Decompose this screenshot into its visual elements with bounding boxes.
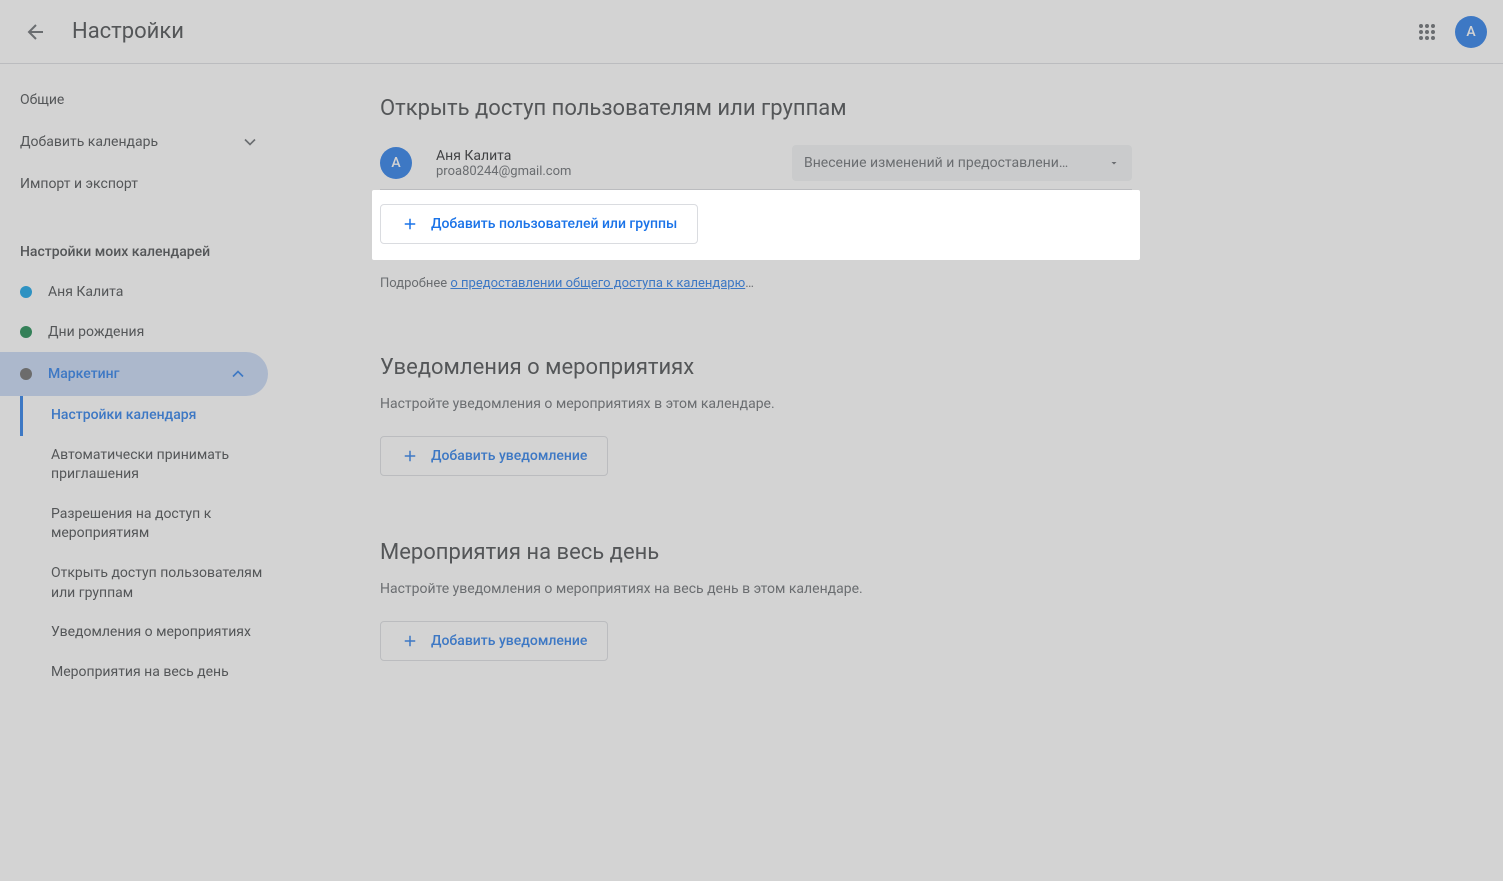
subnav-event-permissions[interactable]: Разрешения на доступ к мероприятиям xyxy=(20,495,280,554)
calendar-color-dot xyxy=(20,368,32,380)
add-notification-label: Добавить уведомление xyxy=(431,633,587,649)
allday-notifications-desc: Настройте уведомления о мероприятиях на … xyxy=(380,581,1132,597)
sidebar-calendar-marketing[interactable]: Маркетинг xyxy=(0,352,268,396)
sidebar-calendar-birthdays[interactable]: Дни рождения xyxy=(0,312,268,352)
add-event-notification-button[interactable]: Добавить уведомление xyxy=(380,436,608,476)
add-users-button[interactable]: Добавить пользователей или группы xyxy=(380,204,698,244)
subnav-auto-accept[interactable]: Автоматически принимать приглашения xyxy=(20,436,280,495)
calendar-color-dot xyxy=(20,286,32,298)
calendar-label: Аня Калита xyxy=(48,284,123,300)
subnav-event-notifications[interactable]: Уведомления о мероприятиях xyxy=(20,613,280,653)
event-notifications-desc: Настройте уведомления о мероприятиях в э… xyxy=(380,396,1132,412)
permission-dropdown[interactable]: Внесение изменений и предоставлени… xyxy=(792,145,1132,181)
chevron-down-icon xyxy=(240,132,260,152)
user-avatar: А xyxy=(380,147,412,179)
calendar-label: Маркетинг xyxy=(48,366,120,382)
share-section-title: Открыть доступ пользователям или группам xyxy=(380,96,1132,121)
allday-notifications-section: Мероприятия на весь день Настройте уведо… xyxy=(380,540,1132,661)
page-title: Настройки xyxy=(72,19,184,44)
add-users-highlight: Добавить пользователей или группы xyxy=(372,190,1140,260)
sidebar-item-import-export[interactable]: Импорт и экспорт xyxy=(0,164,280,204)
sidebar-item-label: Общие xyxy=(20,92,64,108)
share-help-link[interactable]: о предоставлении общего доступа к календ… xyxy=(450,276,745,291)
google-apps-button[interactable] xyxy=(1407,12,1447,52)
calendar-subnav: Настройки календаря Автоматически приним… xyxy=(0,396,280,692)
event-notifications-title: Уведомления о мероприятиях xyxy=(380,355,1132,380)
plus-icon xyxy=(401,632,419,650)
shared-user-row: А Аня Калита proa80244@gmail.com Внесени… xyxy=(380,137,1132,190)
permission-value: Внесение изменений и предоставлени… xyxy=(804,155,1068,171)
share-more-info: Подробнее о предоставлении общего доступ… xyxy=(380,276,1132,291)
sidebar-item-add-calendar[interactable]: Добавить календарь xyxy=(0,120,280,164)
chevron-up-icon xyxy=(228,364,248,384)
user-name: Аня Калита xyxy=(436,148,792,164)
add-notification-label: Добавить уведомление xyxy=(431,448,587,464)
settings-main: Открыть доступ пользователям или группам… xyxy=(280,64,1180,749)
sidebar-item-general[interactable]: Общие xyxy=(0,80,280,120)
subnav-share-users[interactable]: Открыть доступ пользователям или группам xyxy=(20,554,280,613)
app-header: Настройки А xyxy=(0,0,1503,64)
dropdown-arrow-icon xyxy=(1108,157,1120,169)
plus-icon xyxy=(401,447,419,465)
sidebar-section-my-calendars: Настройки моих календарей xyxy=(0,228,280,272)
calendar-label: Дни рождения xyxy=(48,324,144,340)
plus-icon xyxy=(401,215,419,233)
add-allday-notification-button[interactable]: Добавить уведомление xyxy=(380,621,608,661)
subnav-allday-events[interactable]: Мероприятия на весь день xyxy=(20,653,280,693)
allday-notifications-title: Мероприятия на весь день xyxy=(380,540,1132,565)
sidebar-calendar-anya[interactable]: Аня Калита xyxy=(0,272,268,312)
event-notifications-section: Уведомления о мероприятиях Настройте уве… xyxy=(380,355,1132,476)
sidebar-item-label: Добавить календарь xyxy=(20,134,158,150)
share-section: Открыть доступ пользователям или группам… xyxy=(380,88,1132,291)
account-avatar[interactable]: А xyxy=(1455,16,1487,48)
arrow-left-icon xyxy=(24,20,48,44)
settings-sidebar: Общие Добавить календарь Импорт и экспор… xyxy=(0,64,280,749)
back-button[interactable] xyxy=(16,12,56,52)
user-email: proa80244@gmail.com xyxy=(436,164,792,179)
sidebar-item-label: Импорт и экспорт xyxy=(20,176,138,192)
add-users-label: Добавить пользователей или группы xyxy=(431,216,677,232)
apps-grid-icon xyxy=(1418,23,1436,41)
calendar-color-dot xyxy=(20,326,32,338)
subnav-calendar-settings[interactable]: Настройки календаря xyxy=(20,396,280,436)
